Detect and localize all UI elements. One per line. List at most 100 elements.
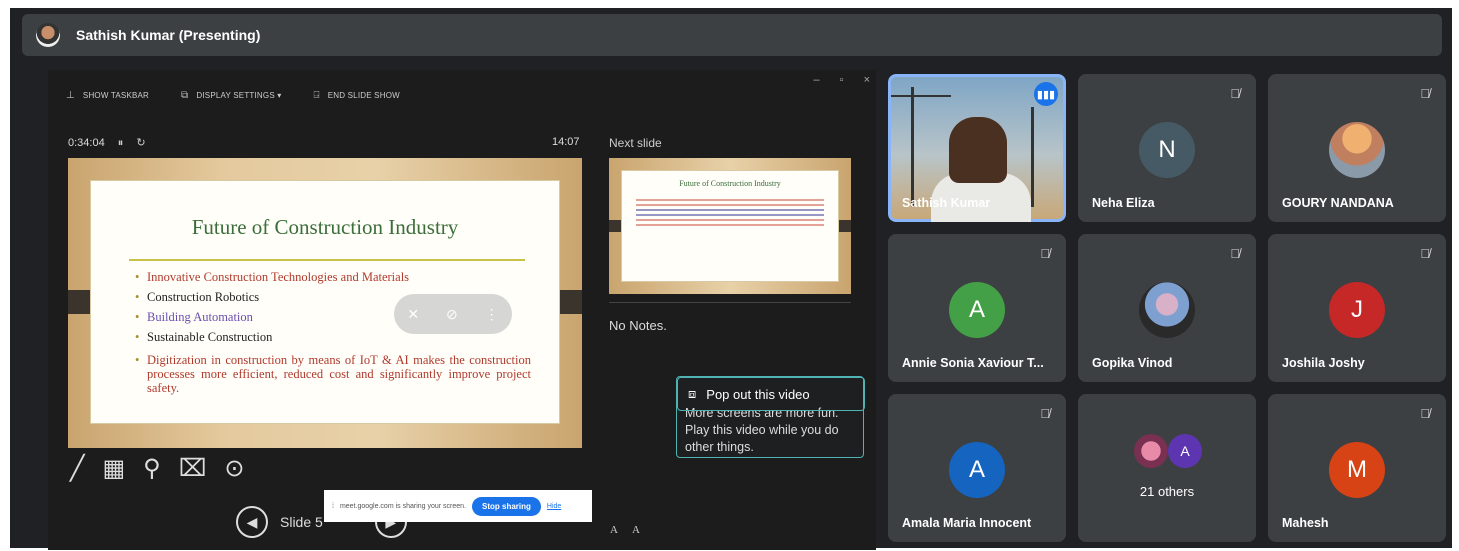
others-avatars: A [1134,434,1202,468]
participant-avatar [1139,282,1195,338]
slide-decoration [558,290,582,314]
background-crane [911,87,914,207]
mic-off-icon: 🎙̸ [1420,246,1430,261]
presenter-bar: Sathish Kumar (Presenting) [22,14,1442,56]
divider [609,302,851,303]
thumbnail-text [636,204,824,206]
end-show-icon: ⍈ [313,90,320,101]
display-settings-button[interactable]: ⧉ DISPLAY SETTINGS ▾ [181,90,281,101]
pointer-icon[interactable]: ⌧ [179,454,207,483]
speaking-icon: ▮▮▮ [1034,82,1058,106]
maximize-button[interactable]: ▫ [840,74,844,86]
slide-decoration [837,220,851,232]
hide-link[interactable]: Hide [547,503,561,510]
more-icon[interactable]: ⋮ [485,306,499,323]
others-count: 21 others [1139,484,1195,499]
participant-avatar [1329,122,1385,178]
pin-icon[interactable]: ✕ [407,306,419,323]
thumbnail-text [636,214,824,216]
slide-bullet: Innovative Construction Technologies and… [135,267,531,287]
slide-title: Future of Construction Industry [191,215,459,239]
thumbnail-text [636,219,824,221]
decrease-font-button[interactable]: A [632,524,640,536]
show-taskbar-button[interactable]: ⊥ SHOW TASKBAR [66,90,149,101]
participant-name: Amala Maria Innocent [902,516,1032,530]
participant-tile[interactable]: 🎙̸ M Mahesh [1268,394,1446,542]
slide-tools: ╱ ▦ ⚲ ⌧ ⊙ [70,454,244,483]
taskbar-icon: ⊥ [66,90,75,101]
slide-decoration [68,290,92,314]
screen-share-banner: ⁞ meet.google.com is sharing your screen… [324,490,592,522]
others-tile[interactable]: A 21 others [1078,394,1256,542]
participant-name: GOURY NANDANA [1282,196,1394,210]
thumbnail-title: Future of Construction Industry [679,179,781,188]
participant-avatar [1134,434,1168,468]
participant-tile[interactable]: 🎙̸ N Neha Eliza [1078,74,1256,222]
clock: 14:07 [552,136,580,148]
participant-avatar: M [1329,442,1385,498]
more-options-icon[interactable]: ⊙ [224,454,244,483]
participant-tile[interactable]: 🎙̸ A Amala Maria Innocent [888,394,1066,542]
drag-handle-icon[interactable]: ⁞ [332,503,334,510]
presenter-toolbar: ⊥ SHOW TASKBAR ⧉ DISPLAY SETTINGS ▾ ⍈ END S… [66,90,400,101]
elapsed-timer: 0:34:04 ⏸ ↻ [68,137,146,149]
thumbnail-text [636,199,824,201]
next-slide-label: Next slide [609,136,662,150]
popout-tooltip: More screens are more fun. Play this vid… [676,376,865,458]
display-icon: ⧉ [181,90,189,101]
slide-divider [129,259,525,261]
person-head [949,117,1007,183]
pause-icon[interactable]: ⏸ [118,137,124,149]
pen-icon[interactable]: ╱ [70,454,84,483]
popout-video-button[interactable]: ⧈ Pop out this video [677,377,865,411]
presenter-view: – ▫ × ⊥ SHOW TASKBAR ⧉ DISPLAY SETTINGS ▾ … [48,70,876,550]
close-button[interactable]: × [864,74,870,86]
participant-tile[interactable]: 🎙̸ GOURY NANDANA [1268,74,1446,222]
participant-name: Neha Eliza [1092,196,1155,210]
search-icon[interactable]: ⚲ [143,454,161,483]
minimize-button[interactable]: – [814,74,820,86]
participant-name: Mahesh [1282,516,1329,530]
share-banner-text: meet.google.com is sharing your screen. [339,502,467,510]
slides-grid-icon[interactable]: ▦ [102,454,125,483]
next-slide-thumbnail[interactable]: Future of Construction Industry [609,158,851,294]
participant-tile[interactable]: 🎙̸ J Joshila Joshy [1268,234,1446,382]
participant-avatar: N [1139,122,1195,178]
thumbnail-text [636,209,824,211]
participant-tile[interactable]: 🎙̸ A Annie Sonia Xaviour T... [888,234,1066,382]
presenter-avatar [36,23,60,47]
current-slide: Future of Construction Industry Innovati… [68,158,582,448]
popout-icon: ⧈ [688,386,697,401]
meet-window: Sathish Kumar (Presenting) – ▫ × ⊥ SHOW T… [10,8,1452,550]
thumbnail-text [636,224,824,226]
participant-name: Joshila Joshy [1282,356,1365,370]
thumbnail-content: Future of Construction Industry [621,170,839,282]
participant-avatar: A [949,442,1005,498]
speaker-notes: No Notes. [609,318,667,333]
participant-avatar: A [949,282,1005,338]
mic-off-icon[interactable]: ⊘ [446,306,458,323]
mic-off-icon: 🎙̸ [1420,406,1430,421]
window-controls: – ▫ × [814,74,870,86]
participant-name: Sathish Kumar [902,196,991,210]
increase-font-button[interactable]: A [610,524,618,536]
tile-controls-overlay: ✕ ⊘ ⋮ [394,294,512,334]
font-size-controls: A A [610,524,640,536]
end-slide-show-button[interactable]: ⍈ END SLIDE SHOW [314,90,400,101]
presenter-title: Sathish Kumar (Presenting) [76,27,261,43]
participant-avatar: A [1168,434,1202,468]
participant-avatar: J [1329,282,1385,338]
participant-name: Annie Sonia Xaviour T... [902,356,1044,370]
popout-description: More screens are more fun. Play this vid… [685,406,839,454]
mic-off-icon: 🎙̸ [1040,246,1050,261]
stop-sharing-button[interactable]: Stop sharing [472,496,541,516]
restart-icon[interactable]: ↻ [136,137,145,149]
background-crane [891,95,951,97]
prev-icon[interactable]: ◀ [236,506,268,538]
participant-tile[interactable]: 🎙̸ Gopika Vinod [1078,234,1256,382]
participant-name: Gopika Vinod [1092,356,1173,370]
mic-off-icon: 🎙̸ [1230,246,1240,261]
participant-tile[interactable]: ▮▮▮ Sathish Kumar [888,74,1066,222]
mic-off-icon: 🎙̸ [1230,86,1240,101]
slide-bullet: Digitization in construction by means of… [135,353,531,395]
